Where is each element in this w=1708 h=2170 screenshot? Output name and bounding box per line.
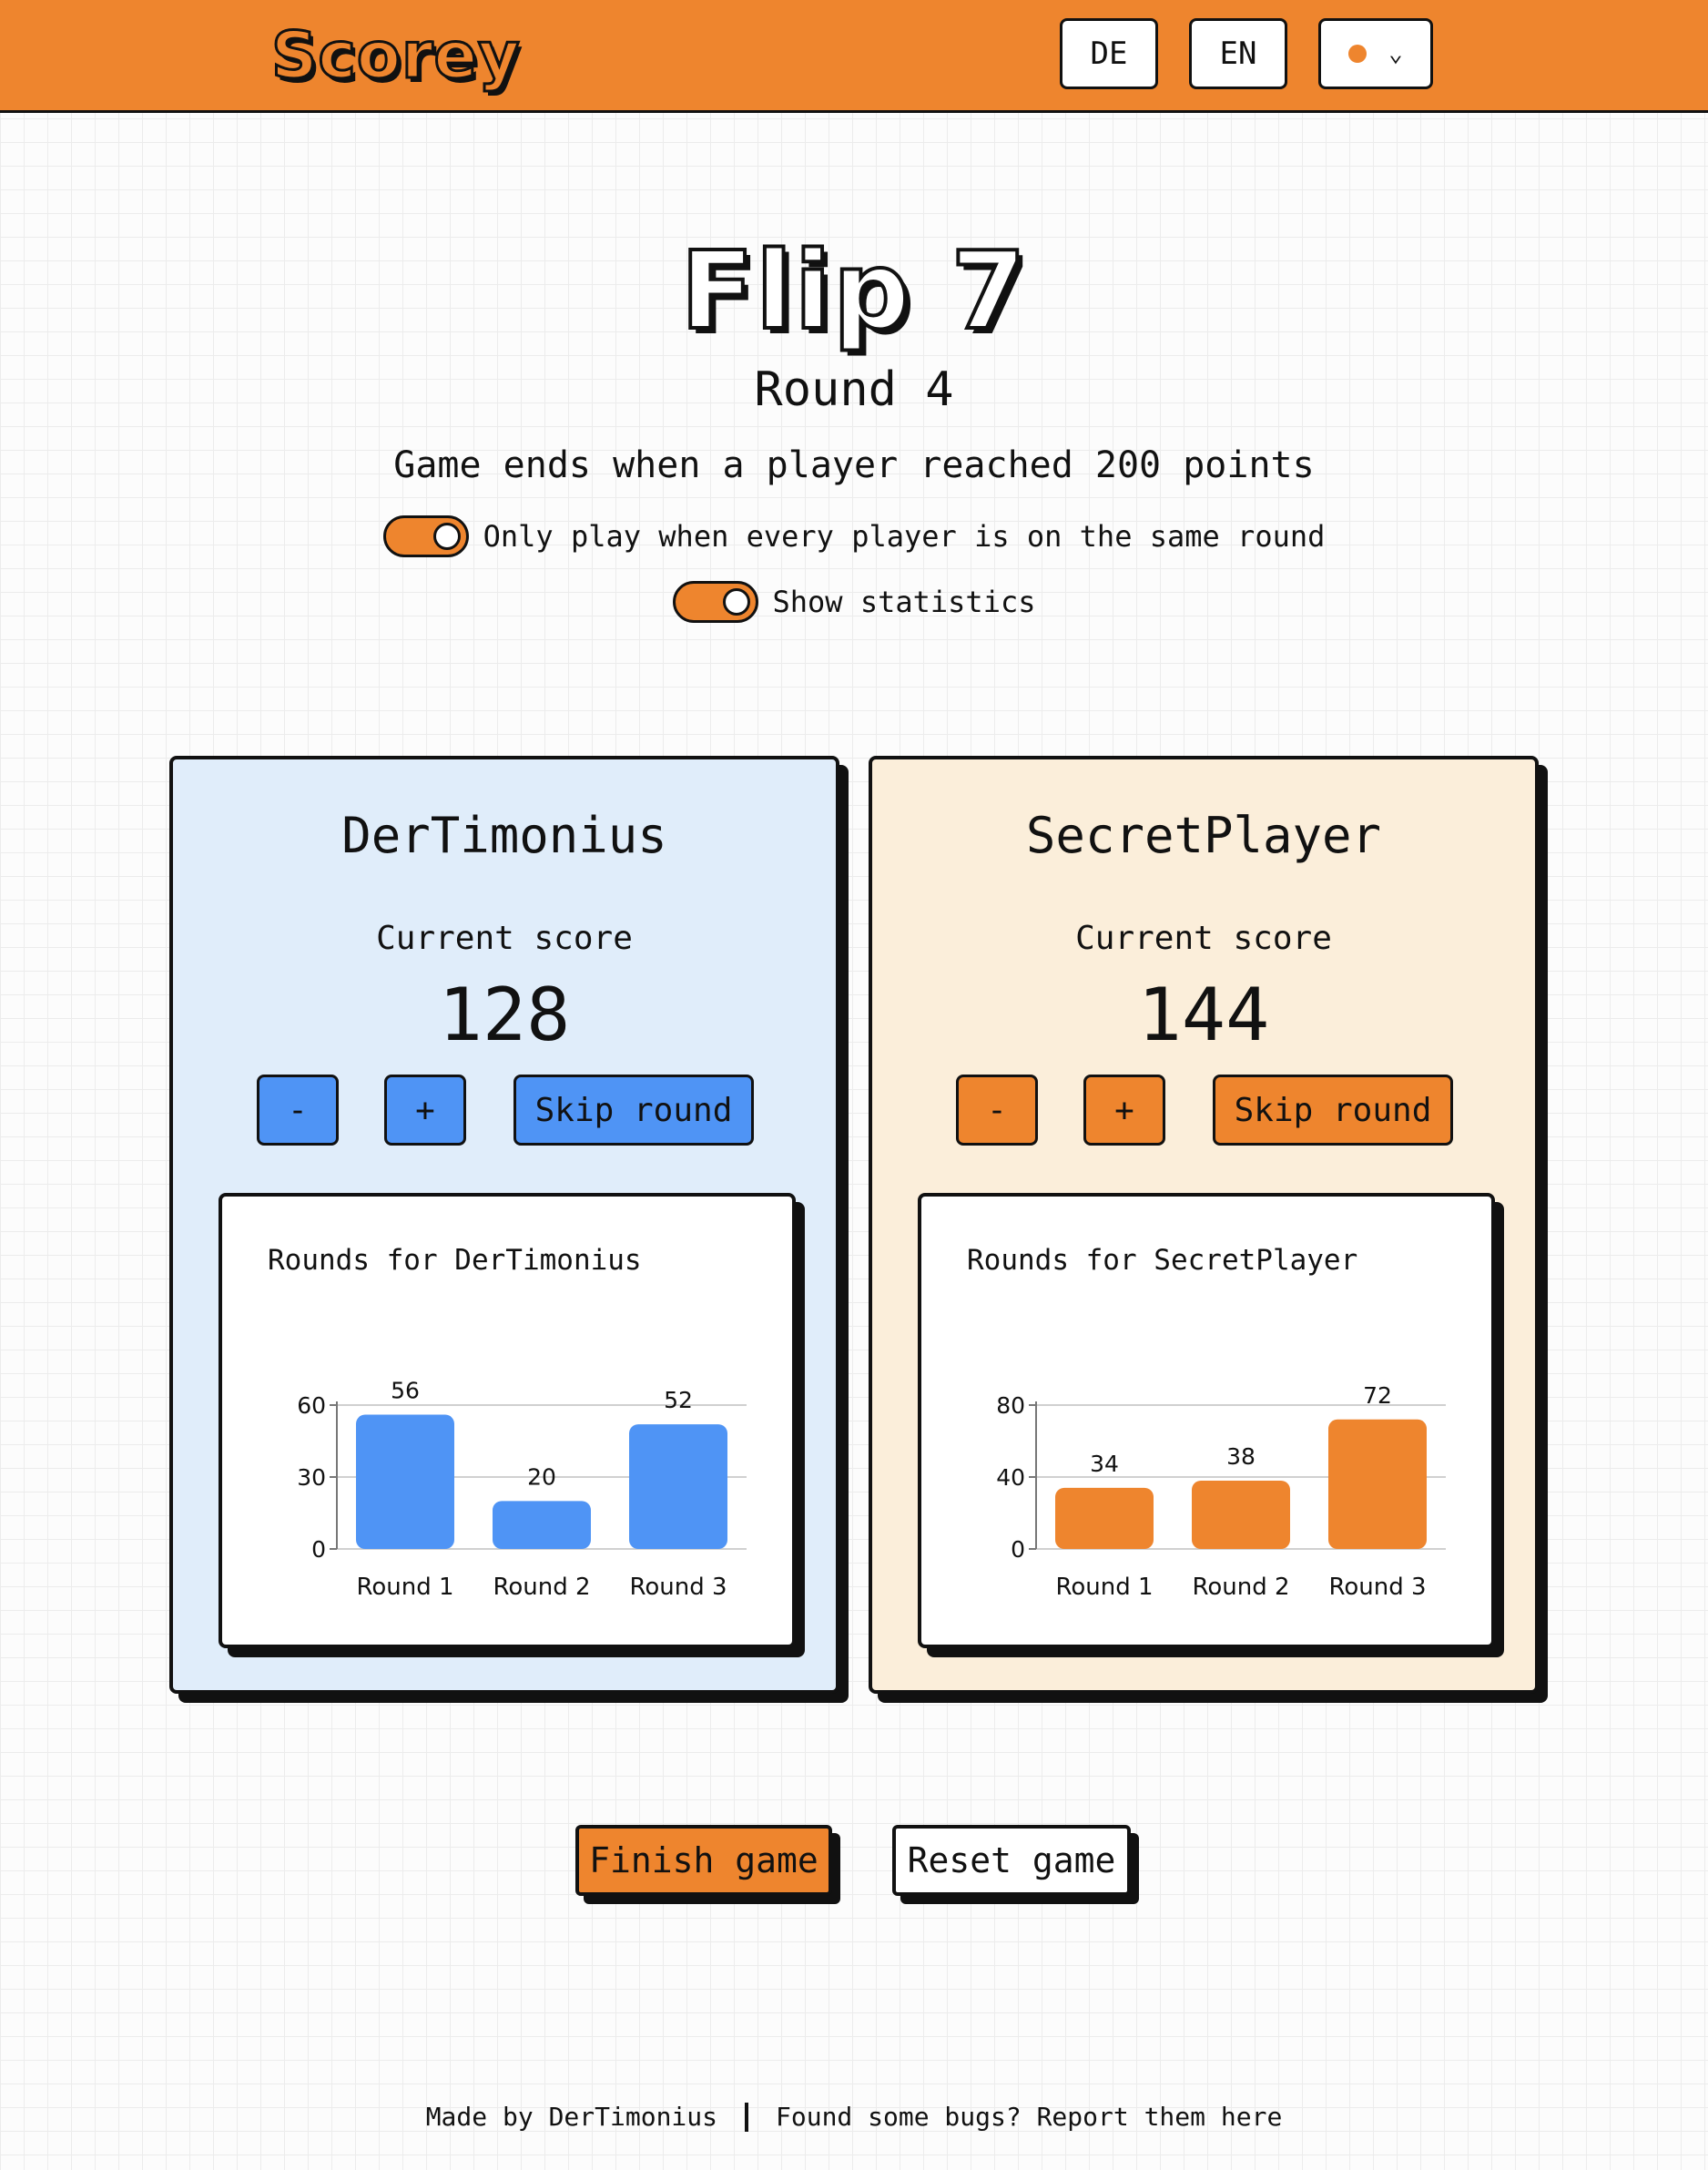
skip-round-button[interactable]: Skip round	[1213, 1075, 1453, 1146]
y-tick-label: 30	[297, 1464, 326, 1491]
bar-value-label: 72	[1363, 1382, 1392, 1409]
finish-game-button[interactable]: Finish game	[575, 1825, 832, 1896]
same-round-toggle[interactable]	[382, 515, 469, 557]
same-round-toggle-row: Only play when every player is on the sa…	[0, 515, 1708, 557]
game-title: Flip 7	[678, 226, 1028, 355]
theme-color-icon	[1348, 45, 1367, 63]
language-en-button[interactable]: EN	[1189, 18, 1287, 89]
skip-round-button[interactable]: Skip round	[513, 1075, 754, 1146]
bar-value-label: 20	[527, 1463, 556, 1490]
y-tick-label: 40	[996, 1464, 1025, 1491]
player-name: SecretPlayer	[1025, 807, 1382, 864]
reset-game-button[interactable]: Reset game	[892, 1825, 1131, 1896]
bar	[356, 1414, 454, 1549]
y-tick-label: 80	[996, 1392, 1025, 1419]
app-logo[interactable]: Scorey	[270, 17, 522, 95]
increase-score-button[interactable]: +	[1083, 1075, 1165, 1146]
toggle-knob	[722, 588, 750, 616]
rounds-chart-card: Rounds for SecretPlayer 0 40 80 34 Round 1 38…	[918, 1193, 1495, 1648]
x-tick-label: Round 1	[356, 1574, 453, 1601]
bar	[1192, 1480, 1290, 1549]
round-indicator: Round 4	[754, 362, 954, 417]
decrease-score-button[interactable]: -	[956, 1075, 1038, 1146]
x-tick-label: Round 3	[1328, 1574, 1426, 1601]
bar-value-label: 56	[391, 1378, 420, 1404]
footer-divider	[745, 2102, 748, 2132]
current-score-label: Current score	[1075, 920, 1332, 957]
current-score-value: 128	[438, 973, 571, 1057]
y-tick-label: 0	[311, 1536, 326, 1563]
y-tick-label: 0	[1011, 1536, 1025, 1563]
x-tick-label: Round 3	[629, 1574, 727, 1601]
x-tick-label: Round 1	[1055, 1574, 1153, 1601]
bar	[1055, 1487, 1154, 1549]
report-bugs-link[interactable]: Found some bugs? Report them here	[776, 2102, 1282, 2132]
made-by-link[interactable]: Made by DerTimonius	[426, 2102, 717, 2132]
statistics-toggle-row: Show statistics	[0, 581, 1708, 623]
language-de-button[interactable]: DE	[1060, 18, 1158, 89]
statistics-toggle[interactable]	[672, 581, 758, 623]
bar-value-label: 38	[1226, 1443, 1256, 1470]
player-card: DerTimonius Current score 128 - + Skip r…	[169, 756, 839, 1694]
toggle-knob	[432, 523, 461, 550]
footer: Made by DerTimonius Found some bugs? Rep…	[0, 2102, 1708, 2132]
bar-value-label: 52	[664, 1387, 693, 1413]
rounds-bar-chart: 0 40 80 34 Round 1 38 Round 2 72 Round 3	[996, 1382, 1446, 1601]
app-header: Scorey DE EN ⌄	[0, 0, 1708, 113]
same-round-toggle-label: Only play when every player is on the sa…	[483, 519, 1326, 554]
x-tick-label: Round 2	[493, 1574, 590, 1601]
current-score-value: 144	[1137, 973, 1270, 1057]
decrease-score-button[interactable]: -	[257, 1075, 339, 1146]
bar	[493, 1501, 591, 1549]
bar	[629, 1424, 727, 1549]
rounds-chart-card: Rounds for DerTimonius 0 30 60 56 Round 1 20 R…	[219, 1193, 796, 1648]
bar-value-label: 34	[1090, 1451, 1119, 1477]
statistics-toggle-label: Show statistics	[772, 585, 1036, 619]
x-tick-label: Round 2	[1192, 1574, 1289, 1601]
increase-score-button[interactable]: +	[384, 1075, 466, 1146]
bar	[1328, 1419, 1427, 1549]
y-tick-label: 60	[297, 1392, 326, 1419]
theme-select[interactable]: ⌄	[1318, 18, 1433, 89]
player-card: SecretPlayer Current score 144 - + Skip …	[869, 756, 1539, 1694]
chevron-down-icon: ⌄	[1388, 40, 1403, 67]
rounds-bar-chart: 0 30 60 56 Round 1 20 Round 2 52 Round 3	[297, 1378, 747, 1601]
end-condition-text: Game ends when a player reached 200 poin…	[393, 444, 1315, 486]
current-score-label: Current score	[376, 920, 633, 957]
player-name: DerTimonius	[341, 807, 667, 864]
